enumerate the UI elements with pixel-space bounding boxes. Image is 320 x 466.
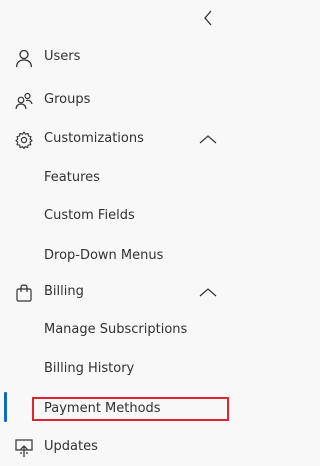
chevron-up-icon[interactable]: [197, 130, 219, 148]
people-icon: [14, 91, 34, 111]
chevron-up-icon[interactable]: [197, 283, 219, 301]
nav-item-label: Users: [44, 49, 81, 64]
nav-item-label: Billing: [44, 284, 84, 299]
monitor-update-icon: [14, 438, 34, 458]
nav-item-users[interactable]: Users: [0, 41, 226, 73]
nav-subitem-label: Custom Fields: [44, 208, 135, 223]
nav-item-updates[interactable]: Updates: [0, 431, 226, 463]
nav-item-label: Customizations: [44, 131, 144, 146]
bag-icon: [14, 283, 34, 303]
left-navigation: Users Groups Customizations Features Cus…: [0, 0, 229, 466]
nav-subitem-label: Payment Methods: [44, 401, 161, 416]
nav-subitem-label: Manage Subscriptions: [44, 322, 188, 337]
gear-icon: [14, 130, 34, 150]
nav-item-label: Updates: [44, 439, 98, 454]
nav-subitem-drop-down-menus[interactable]: Drop-Down Menus: [0, 240, 226, 272]
nav-subitem-features[interactable]: Features: [0, 162, 226, 194]
person-icon: [14, 48, 34, 68]
nav-subitem-label: Billing History: [44, 361, 135, 376]
nav-item-groups[interactable]: Groups: [0, 84, 226, 116]
nav-subitem-payment-methods[interactable]: Payment Methods: [0, 393, 226, 425]
nav-item-customizations[interactable]: Customizations: [0, 123, 226, 155]
nav-subitem-manage-subscriptions[interactable]: Manage Subscriptions: [0, 314, 226, 346]
nav-subitem-label: Features: [44, 170, 100, 185]
nav-item-label: Groups: [44, 92, 91, 107]
nav-subitem-label: Drop-Down Menus: [44, 248, 164, 263]
nav-subitem-custom-fields[interactable]: Custom Fields: [0, 200, 226, 232]
nav-subitem-billing-history[interactable]: Billing History: [0, 353, 226, 385]
nav-item-billing[interactable]: Billing: [0, 276, 226, 308]
